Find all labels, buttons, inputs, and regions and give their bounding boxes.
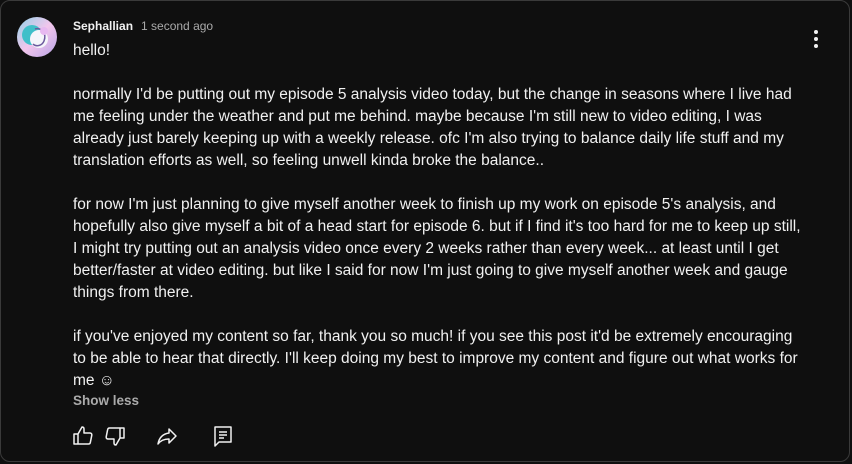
comment-button[interactable] [211,424,235,448]
menu-dot [814,37,818,41]
post-paragraph: hello! [73,42,111,59]
like-button[interactable] [71,424,95,448]
post-card: Sephallian 1 second ago hello! normally … [0,0,850,462]
avatar[interactable] [17,17,57,57]
author-name[interactable]: Sephallian [73,19,133,33]
share-icon [157,428,177,445]
post-paragraph: for now I'm just planning to give myself… [73,196,801,301]
dislike-button[interactable] [103,424,127,448]
show-less-button[interactable]: Show less [73,393,139,408]
thumbs-up-icon [73,426,93,445]
post-paragraph: normally I'd be putting out my episode 5… [73,86,792,169]
comment-icon [214,426,232,447]
post-body: hello! normally I'd be putting out my ep… [73,40,808,392]
thumbs-down-icon [105,427,125,446]
share-button[interactable] [155,424,179,448]
avatar-image [17,17,57,57]
menu-dot [814,44,818,48]
post-header: Sephallian 1 second ago [73,19,213,37]
post-timestamp[interactable]: 1 second ago [141,19,213,33]
more-vertical-icon[interactable] [809,27,823,51]
post-paragraph: if you've enjoyed my content so far, tha… [73,328,798,389]
menu-dot [814,30,818,34]
